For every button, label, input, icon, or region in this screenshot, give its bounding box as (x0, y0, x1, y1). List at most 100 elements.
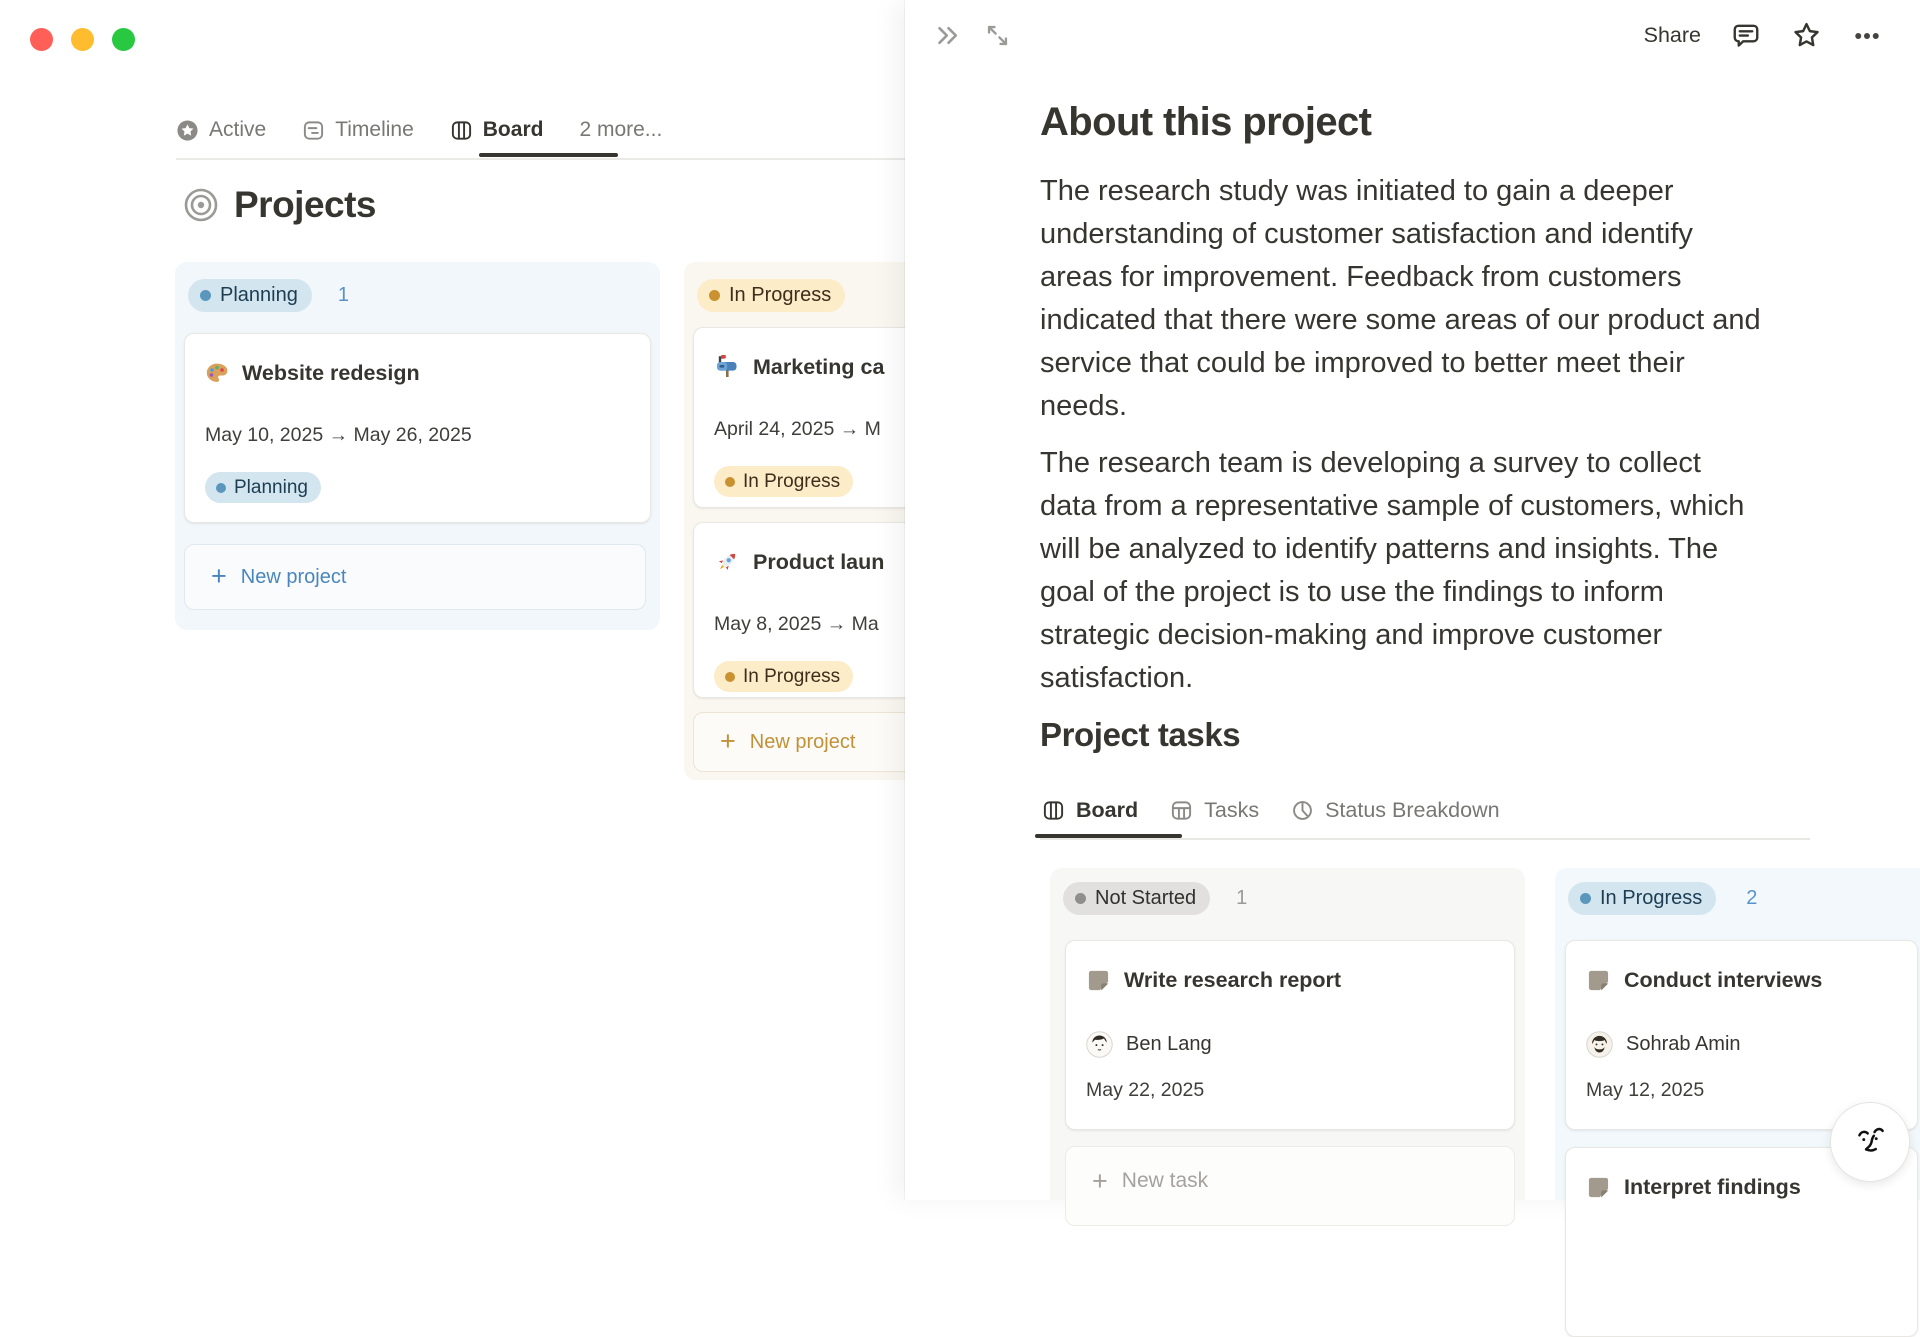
status-label: In Progress (729, 284, 832, 306)
view-tabs: Active Timeline Board 2 more... (176, 112, 662, 148)
project-card-website-redesign[interactable]: Website redesign May 10, 2025 → May 26, … (184, 333, 651, 523)
plus-icon: + (211, 560, 227, 591)
card-date-range: May 10, 2025 → May 26, 2025 (205, 424, 472, 446)
paragraph: The research study was initiated to gain… (1040, 175, 1761, 422)
tab-more[interactable]: 2 more... (579, 118, 662, 142)
card-title: Product laun (753, 549, 885, 574)
active-tab-underline (479, 153, 618, 157)
page-title: Projects (234, 184, 377, 225)
status-dot-icon (1580, 893, 1591, 904)
mailbox-icon (714, 354, 740, 380)
app-window: Active Timeline Board 2 more... Projects (0, 0, 1920, 1337)
status-badge-in-progress[interactable]: In Progress (1568, 882, 1717, 915)
table-icon (1170, 799, 1193, 822)
tab-board[interactable]: Board (450, 118, 544, 142)
tag-label: In Progress (743, 665, 841, 687)
bullseye-icon (182, 186, 220, 224)
more-options-icon[interactable] (1852, 21, 1882, 51)
tasks-view-tabs: Board Tasks Status Breakdown (1042, 790, 1500, 830)
status-dot-icon (709, 290, 720, 301)
column-count: 2 (1746, 887, 1758, 909)
minimize-window-button[interactable] (71, 28, 94, 51)
board-icon (1042, 799, 1065, 822)
expand-page-icon[interactable] (984, 22, 1011, 49)
status-dot-icon (200, 290, 211, 301)
status-dot-icon (216, 482, 226, 493)
tab-label: Board (482, 118, 544, 141)
column-header: Planning 1 (188, 279, 651, 312)
new-task-button[interactable]: + New task (1065, 1146, 1515, 1226)
tab-label: Active (209, 118, 267, 141)
status-label: Not Started (1095, 887, 1197, 909)
tab-active[interactable]: Active (176, 118, 266, 142)
status-badge-not-started[interactable]: Not Started (1063, 882, 1211, 915)
plus-icon: + (720, 725, 736, 756)
tabs-divider (176, 158, 908, 160)
tag-label: In Progress (743, 470, 841, 492)
card-status-tag: In Progress (714, 466, 854, 497)
task-note-icon (1086, 968, 1111, 993)
column-not-started: Not Started 1 Write research report Ben … (1050, 868, 1525, 1226)
card-status-tag: Planning (205, 472, 321, 503)
card-title: Interpret findings (1624, 1174, 1801, 1199)
tab-timeline[interactable]: Timeline (302, 118, 414, 142)
window-controls (30, 28, 135, 51)
status-label: Planning (220, 284, 298, 306)
pie-chart-icon (1291, 799, 1314, 822)
status-badge-planning[interactable]: Planning (188, 279, 312, 312)
status-dot-icon (1075, 893, 1086, 904)
card-status-tag: In Progress (714, 661, 854, 692)
tab-status-breakdown[interactable]: Status Breakdown (1291, 798, 1500, 823)
close-peek-icon[interactable] (935, 22, 962, 49)
column-header: Not Started 1 (1063, 882, 1516, 915)
favorite-star-icon[interactable] (1791, 20, 1822, 51)
column-count: 1 (337, 284, 349, 306)
card-title: Write research report (1124, 967, 1342, 992)
card-due-date: May 12, 2025 (1586, 1079, 1705, 1101)
status-dot-icon (725, 671, 735, 682)
plus-icon: + (1092, 1166, 1108, 1196)
assignee-name: Ben Lang (1126, 1032, 1212, 1055)
tab-label: Tasks (1204, 797, 1260, 822)
ai-face-icon (1847, 1119, 1893, 1165)
page-header: Projects (182, 184, 377, 226)
card-title: Marketing ca (753, 354, 885, 379)
side-peek-panel: Share About this project The research st… (905, 0, 1920, 1337)
task-card-write-research-report[interactable]: Write research report Ben Lang May 22, 2… (1065, 940, 1515, 1130)
avatar-ben-lang (1086, 1030, 1113, 1058)
notion-ai-button[interactable] (1830, 1102, 1910, 1182)
tag-label: Planning (234, 476, 308, 498)
tab-tasks[interactable]: Tasks (1170, 798, 1259, 823)
column-count: 1 (1236, 887, 1248, 909)
timeline-icon (302, 119, 325, 142)
status-badge-in-progress[interactable]: In Progress (697, 279, 846, 312)
card-title: Conduct interviews (1624, 967, 1823, 992)
new-task-label: New task (1121, 1169, 1209, 1192)
zoom-window-button[interactable] (112, 28, 135, 51)
star-circle-icon (176, 119, 199, 142)
section-title: Project tasks (1040, 716, 1241, 753)
assignee-name: Sohrab Amin (1626, 1032, 1741, 1055)
comments-icon[interactable] (1731, 21, 1761, 51)
rocket-icon (714, 549, 740, 575)
column-header: In Progress 2 (1568, 882, 1920, 915)
tab-label: Timeline (335, 118, 414, 141)
task-note-icon (1586, 968, 1611, 993)
tab-label: Board (1076, 797, 1139, 822)
new-project-label: New project (749, 730, 856, 753)
new-project-label: New project (240, 565, 347, 588)
tabs-divider (1040, 838, 1810, 840)
share-button[interactable]: Share (1644, 23, 1701, 48)
column-planning: Planning 1 Website redesign May 10, 2025… (175, 262, 660, 630)
tab-board[interactable]: Board (1042, 798, 1138, 823)
new-project-button[interactable]: + New project (184, 544, 646, 610)
paragraph: The research team is developing a survey… (1040, 447, 1745, 694)
avatar-sohrab-amin (1586, 1030, 1613, 1058)
card-title: Website redesign (242, 360, 420, 385)
peek-page-title: About this project (1040, 100, 1372, 144)
board-icon (450, 119, 473, 142)
close-window-button[interactable] (30, 28, 53, 51)
status-label: In Progress (1600, 887, 1703, 909)
tab-label: Status Breakdown (1325, 797, 1500, 822)
palette-icon (205, 361, 229, 385)
